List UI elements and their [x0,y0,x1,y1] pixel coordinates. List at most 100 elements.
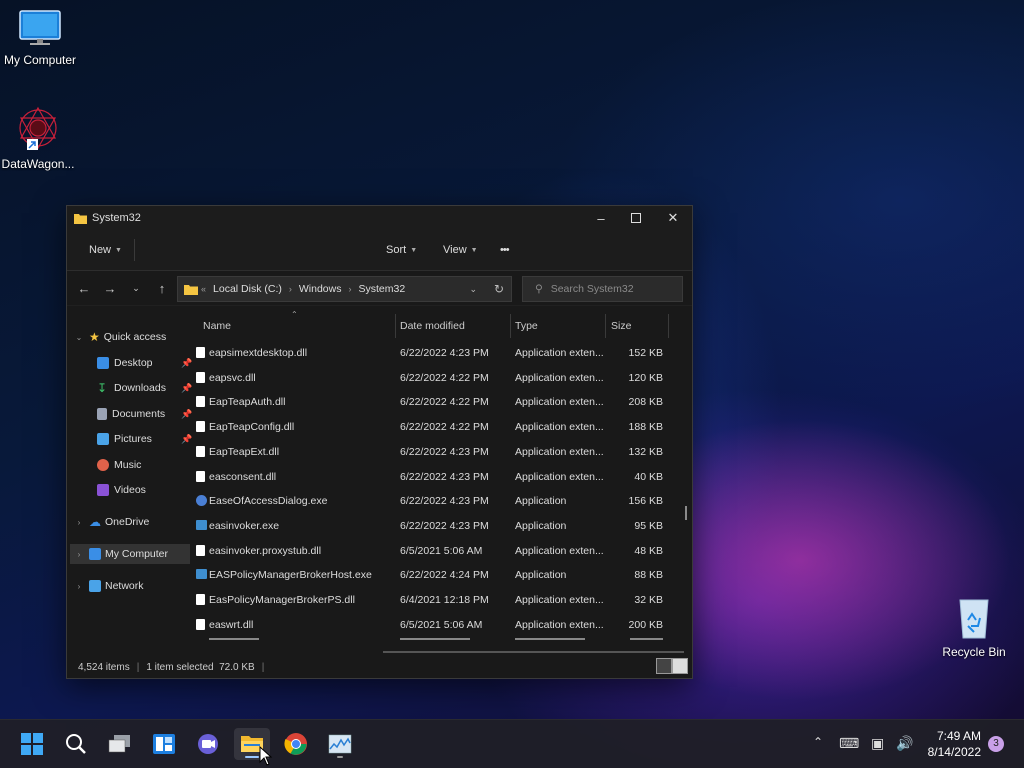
sidebar-item-videos[interactable]: Videos [97,480,146,500]
clock[interactable]: 7:49 AM 8/14/2022 [928,728,981,760]
close-button[interactable]: ✕ [655,206,691,230]
sidebar-item-my-computer[interactable]: › My Computer [70,544,190,564]
table-row[interactable]: eapsimextdesktop.dll 6/22/2022 4:23 PM App… [193,341,671,365]
up-button[interactable]: ↑ [149,281,175,296]
sidebar-item-label: Desktop [114,357,153,369]
maximize-button[interactable] [618,206,654,230]
address-dropdown-icon[interactable]: ⌄ [469,284,477,295]
notification-badge[interactable]: 3 [988,736,1004,752]
search-button[interactable] [58,728,94,760]
desktop-icon-label: DataWagon... [1,157,75,171]
chevron-right-icon[interactable]: › [72,550,86,559]
column-header-name[interactable]: Name [203,320,231,332]
keyboard-icon[interactable]: ⌨ [839,735,859,752]
table-row[interactable]: EaseOfAccessDialog.exe 6/22/2022 4:23 PM A… [193,489,671,513]
cell-name: EasPolicyManagerBrokerPS.dll [209,594,355,606]
explorer-body: ⌄ ★ Quick access Desktop 📌 ↧ Downloads 📌… [67,306,692,656]
sidebar-item-desktop[interactable]: Desktop 📌 [97,353,192,373]
cell-size: 156 KB [628,495,663,508]
table-row[interactable]: easinvoker.exe 6/22/2022 4:23 PM Applicati… [193,514,671,538]
view-button[interactable]: View ▼ [437,240,484,260]
more-options-button[interactable]: ••• [494,240,515,260]
chevron-right-icon[interactable]: › [72,582,86,591]
divider[interactable] [605,314,606,338]
start-button[interactable] [14,728,50,760]
search-icon [66,734,86,754]
cell-size: 40 KB [634,470,663,483]
dll-file-icon [196,544,205,556]
cell-date: 6/22/2022 4:22 PM [400,396,489,409]
cell-date: 6/22/2022 4:22 PM [400,421,489,434]
sort-button[interactable]: Sort ▼ [380,240,423,260]
pin-icon: 📌 [181,433,193,444]
cell-type: Application exten... [515,421,604,434]
mouse-cursor-icon [259,746,273,766]
divider: | [261,661,265,673]
breadcrumb-local-disk[interactable]: Local Disk (C:) [213,283,282,295]
desktop-icon-recycle-bin[interactable]: Recycle Bin [934,596,1014,659]
column-header-size[interactable]: Size [611,320,631,332]
chevron-right-icon[interactable]: › [72,518,86,527]
vertical-scrollbar[interactable] [685,506,687,520]
network-status-icon[interactable]: ▣ [871,735,884,752]
table-row[interactable]: EapTeapConfig.dll 6/22/2022 4:22 PM Applic… [193,415,671,439]
divider: | [136,661,140,673]
widgets-button[interactable] [146,728,182,760]
table-row[interactable]: EasPolicyManagerBrokerPS.dll 6/4/2021 12:… [193,588,671,612]
divider[interactable] [510,314,511,338]
search-box[interactable]: ⚲ Search System32 [522,276,683,302]
sidebar-item-label: OneDrive [105,516,150,528]
teams-chat-button[interactable] [190,728,226,760]
table-row[interactable]: easinvoker.proxystub.dll 6/5/2021 5:06 AM… [193,539,671,563]
sidebar-item-quick-access[interactable]: ⌄ ★ Quick access [67,327,167,347]
chevron-up-icon[interactable]: ⌃ [813,735,823,749]
volume-icon[interactable]: 🔊 [896,735,913,752]
cell-date: 6/22/2022 4:23 PM [400,495,489,508]
cell-size: 188 KB [628,421,663,434]
table-row[interactable]: EapTeapAuth.dll 6/22/2022 4:22 PM Applicat… [193,390,671,414]
breadcrumb-system32[interactable]: System32 [358,283,405,295]
table-row[interactable]: EASPolicyManagerBrokerHost.exe 6/22/2022 … [193,563,671,587]
minimize-button[interactable]: – [583,206,619,230]
chrome-button[interactable] [278,728,314,760]
star-icon: ★ [89,330,100,344]
chevron-down-icon: ▼ [115,246,122,254]
horizontal-scrollbar[interactable] [383,651,684,653]
command-bar: New ▼ Sort ▼ View ▼ ••• [67,230,692,271]
windows-logo-icon [21,733,43,755]
sidebar-item-documents[interactable]: Documents 📌 [97,404,192,424]
table-row[interactable]: easwrt.dll 6/5/2021 5:06 AM Application ex… [193,613,671,637]
details-view-button[interactable] [656,658,672,674]
table-row[interactable]: EapTeapExt.dll 6/22/2022 4:23 PM Applicati… [193,440,671,464]
back-button[interactable]: ← [71,281,97,296]
sidebar-item-network[interactable]: › Network [67,576,144,596]
chevron-right-icon: › [288,284,292,294]
forward-button[interactable]: → [97,281,123,296]
sidebar-item-pictures[interactable]: Pictures 📌 [97,429,192,449]
table-row[interactable]: easconsent.dll 6/22/2022 4:23 PM Applicati… [193,465,671,489]
title-bar[interactable]: System32 – ✕ [67,206,692,230]
breadcrumb-windows[interactable]: Windows [299,283,342,295]
sidebar-item-downloads[interactable]: ↧ Downloads 📌 [97,378,192,398]
column-header-type[interactable]: Type [515,320,538,332]
address-bar[interactable]: « Local Disk (C:) › Windows › System32 ⌄… [177,276,512,302]
divider[interactable] [668,314,669,338]
column-header-date[interactable]: Date modified [400,320,465,332]
task-view-button[interactable] [102,728,138,760]
refresh-icon[interactable]: ↻ [494,282,504,296]
cell-date: 6/22/2022 4:23 PM [400,519,489,532]
pin-icon: 📌 [181,357,193,368]
desktop-icon-my-computer[interactable]: My Computer [0,8,80,67]
tiles-view-button[interactable] [672,658,688,674]
new-button[interactable]: New ▼ [83,240,128,260]
sidebar-item-music[interactable]: Music [97,455,141,475]
sidebar-item-onedrive[interactable]: › ☁ OneDrive [67,512,150,532]
chevron-down-icon[interactable]: ⌄ [72,333,86,342]
network-icon [89,580,101,592]
table-row[interactable]: eapsvc.dll 6/22/2022 4:22 PM Application e… [193,366,671,390]
monitor-app-button[interactable] [322,728,358,760]
desktop-icon-datawagon[interactable]: DataWagon... [0,104,78,171]
recycle-bin-icon [959,599,989,639]
divider[interactable] [395,314,396,338]
recent-locations-button[interactable]: ⌄ [123,283,149,294]
